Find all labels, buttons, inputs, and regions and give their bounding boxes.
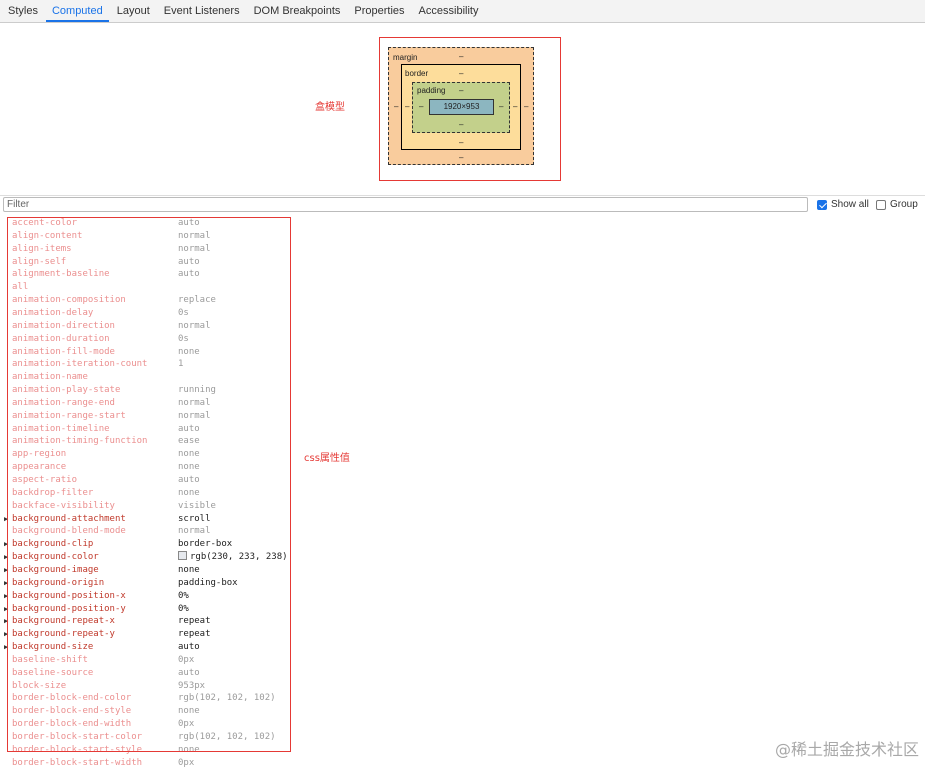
tab-layout[interactable]: Layout — [111, 5, 156, 22]
padding-bottom-value[interactable]: – — [459, 120, 463, 129]
css-values-annotation-frame — [7, 217, 291, 752]
margin-left-value[interactable]: – — [394, 102, 398, 111]
property-name: border-block-start-width — [12, 757, 143, 768]
checkbox-checked-icon[interactable] — [817, 199, 827, 210]
tab-event-listeners[interactable]: Event Listeners — [158, 5, 246, 22]
margin-label: margin — [393, 53, 418, 62]
tab-computed[interactable]: Computed — [45, 5, 109, 22]
tab-properties[interactable]: Properties — [348, 5, 410, 22]
margin-top-value[interactable]: – — [459, 52, 463, 61]
padding-left-value[interactable]: – — [419, 102, 423, 111]
checkbox-unchecked-icon[interactable] — [876, 199, 886, 210]
css-values-annotation: css属性值 — [304, 453, 350, 464]
property-value: 0px — [178, 757, 195, 768]
padding-label: padding — [417, 86, 446, 95]
show-all-label: Show all — [831, 199, 869, 210]
border-right-value[interactable]: – — [513, 102, 517, 111]
tab-styles[interactable]: Styles — [2, 5, 44, 22]
tab-dom-breakpoints[interactable]: DOM Breakpoints — [248, 5, 347, 22]
border-top-value[interactable]: – — [459, 69, 463, 78]
padding-top-value[interactable]: – — [459, 86, 463, 95]
watermark: @稀土掘金技术社区 — [774, 740, 919, 759]
tab-accessibility[interactable]: Accessibility — [413, 5, 485, 22]
border-left-value[interactable]: – — [405, 102, 409, 111]
content-box[interactable]: 1920×953 — [429, 99, 494, 115]
panel-tabbar: Styles Computed Layout Event Listeners DOM B… — [0, 0, 925, 23]
padding-right-value[interactable]: – — [499, 102, 503, 111]
border-label: border — [405, 69, 429, 78]
show-all-checkbox[interactable]: Show all — [817, 199, 869, 210]
filter-input[interactable]: Filter — [3, 197, 808, 212]
filter-bar: Filter Show all Group — [0, 195, 925, 216]
margin-right-value[interactable]: – — [524, 102, 528, 111]
box-model-area: 盒模型 margin – – – – border – – – – paddin… — [0, 23, 925, 193]
group-checkbox[interactable]: Group — [876, 199, 918, 210]
box-model-annotation: 盒模型 — [315, 102, 345, 113]
margin-bottom-value[interactable]: – — [459, 153, 463, 162]
group-label: Group — [890, 199, 918, 210]
border-bottom-value[interactable]: – — [459, 138, 463, 147]
